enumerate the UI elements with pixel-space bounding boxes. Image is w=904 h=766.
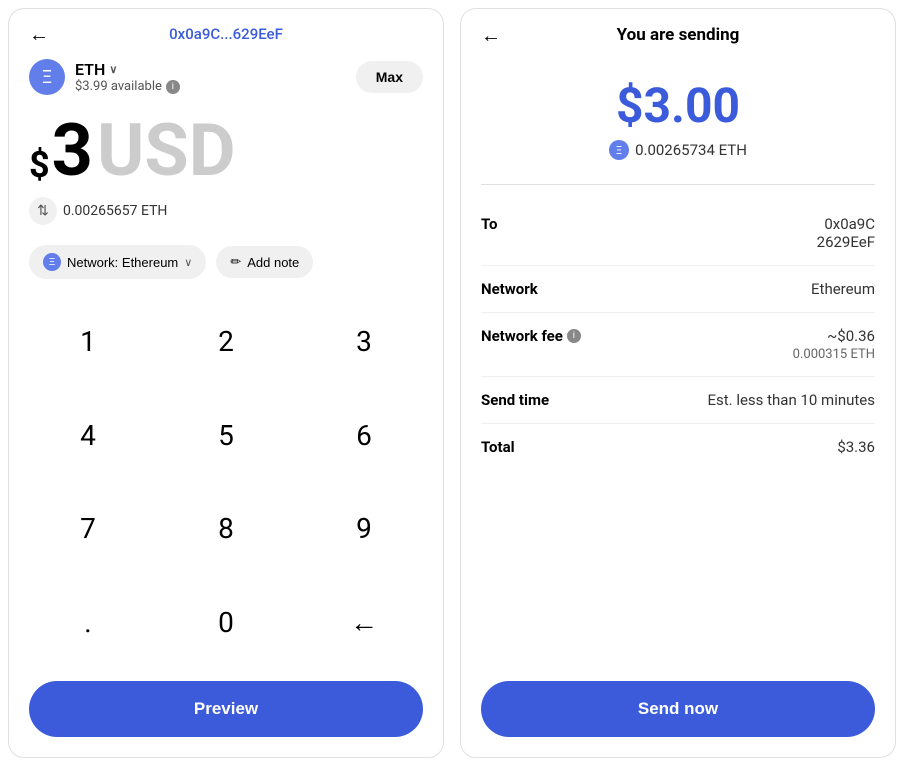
- network-icon: Ξ: [43, 253, 61, 271]
- eth-equivalent-text: 0.00265657 ETH: [63, 203, 167, 219]
- detail-section: To 0x0a9C 2629EeF Network Ethereum Netwo…: [461, 201, 895, 673]
- token-row: Ξ ETH ∨ $3.99 available i Max: [9, 51, 443, 103]
- network-button[interactable]: Ξ Network: Ethereum ∨: [29, 245, 206, 279]
- amount-value: 3: [52, 115, 93, 187]
- pencil-icon: ✏: [230, 254, 241, 270]
- key-7[interactable]: 7: [19, 482, 157, 576]
- network-chevron-icon: ∨: [184, 256, 192, 269]
- total-value: $3.36: [837, 438, 875, 456]
- token-details: ETH ∨ $3.99 available i: [75, 60, 180, 94]
- to-label: To: [481, 215, 498, 233]
- key-9[interactable]: 9: [295, 482, 433, 576]
- sending-usd-amount: $3.00: [481, 77, 875, 134]
- network-detail-label: Network: [481, 280, 538, 298]
- fee-values: ~$0.36 0.000315 ETH: [793, 327, 875, 362]
- key-dot[interactable]: .: [19, 576, 157, 670]
- network-row: Network Ethereum: [481, 266, 875, 313]
- right-header: ← You are sending: [461, 9, 895, 57]
- key-backspace[interactable]: ←: [295, 576, 433, 670]
- key-0[interactable]: 0: [157, 576, 295, 670]
- key-4[interactable]: 4: [19, 389, 157, 483]
- to-address: 0x0a9C 2629EeF: [817, 215, 875, 251]
- sending-eth-amount: 0.00265734 ETH: [635, 141, 747, 159]
- send-time-row: Send time Est. less than 10 minutes: [481, 377, 875, 424]
- wallet-address[interactable]: 0x0a9C...629EeF: [169, 25, 283, 43]
- eth-equivalent: ⇅ 0.00265657 ETH: [9, 191, 443, 237]
- network-label: Network: Ethereum: [67, 255, 178, 270]
- send-now-button[interactable]: Send now: [481, 681, 875, 737]
- key-6[interactable]: 6: [295, 389, 433, 483]
- token-name[interactable]: ETH ∨: [75, 60, 180, 79]
- key-8[interactable]: 8: [157, 482, 295, 576]
- send-screen: ← 0x0a9C...629EeF Ξ ETH ∨ $3.99 availabl…: [8, 8, 444, 758]
- sending-amount: $3.00 Ξ 0.00265734 ETH: [461, 57, 895, 168]
- add-note-label: Add note: [247, 255, 299, 270]
- fee-eth-value: 0.000315 ETH: [793, 347, 875, 362]
- swap-icon[interactable]: ⇅: [29, 197, 57, 225]
- send-time-value: Est. less than 10 minutes: [707, 391, 875, 409]
- back-button[interactable]: ←: [29, 22, 49, 47]
- right-title: You are sending: [617, 25, 740, 45]
- sending-eth-icon: Ξ: [609, 140, 629, 160]
- numpad: 1 2 3 4 5 6 7 8 9 . 0 ←: [9, 291, 443, 673]
- key-5[interactable]: 5: [157, 389, 295, 483]
- network-detail-value: Ethereum: [811, 280, 875, 298]
- to-address-line2: 2629EeF: [817, 233, 875, 251]
- total-row: Total $3.36: [481, 424, 875, 470]
- right-back-button[interactable]: ←: [481, 23, 501, 48]
- sending-eth-row: Ξ 0.00265734 ETH: [481, 140, 875, 160]
- preview-button[interactable]: Preview: [29, 681, 423, 737]
- max-button[interactable]: Max: [356, 61, 423, 93]
- key-2[interactable]: 2: [157, 295, 295, 389]
- balance-info-icon[interactable]: i: [166, 80, 180, 94]
- total-label: Total: [481, 438, 515, 456]
- to-row: To 0x0a9C 2629EeF: [481, 201, 875, 266]
- key-3[interactable]: 3: [295, 295, 433, 389]
- token-balance: $3.99 available i: [75, 79, 180, 94]
- fee-label-row: Network fee i: [481, 327, 581, 345]
- eth-token-icon: Ξ: [29, 59, 65, 95]
- to-address-line1: 0x0a9C: [817, 215, 875, 233]
- send-time-label: Send time: [481, 391, 549, 409]
- amount-display: $ 3 USD: [9, 103, 443, 191]
- fee-info-icon[interactable]: i: [567, 329, 581, 343]
- fee-row: Network fee i ~$0.36 0.000315 ETH: [481, 313, 875, 377]
- key-1[interactable]: 1: [19, 295, 157, 389]
- divider: [481, 184, 875, 185]
- add-note-button[interactable]: ✏ Add note: [216, 246, 313, 278]
- fee-label: Network fee: [481, 327, 563, 345]
- confirm-screen: ← You are sending $3.00 Ξ 0.00265734 ETH…: [460, 8, 896, 758]
- token-chevron-icon: ∨: [109, 63, 117, 76]
- dollar-sign: $: [29, 147, 50, 187]
- token-info: Ξ ETH ∨ $3.99 available i: [29, 59, 180, 95]
- left-header: ← 0x0a9C...629EeF: [9, 9, 443, 51]
- bottom-controls: Ξ Network: Ethereum ∨ ✏ Add note: [9, 237, 443, 291]
- amount-currency: USD: [97, 115, 236, 187]
- fee-value: ~$0.36: [793, 327, 875, 345]
